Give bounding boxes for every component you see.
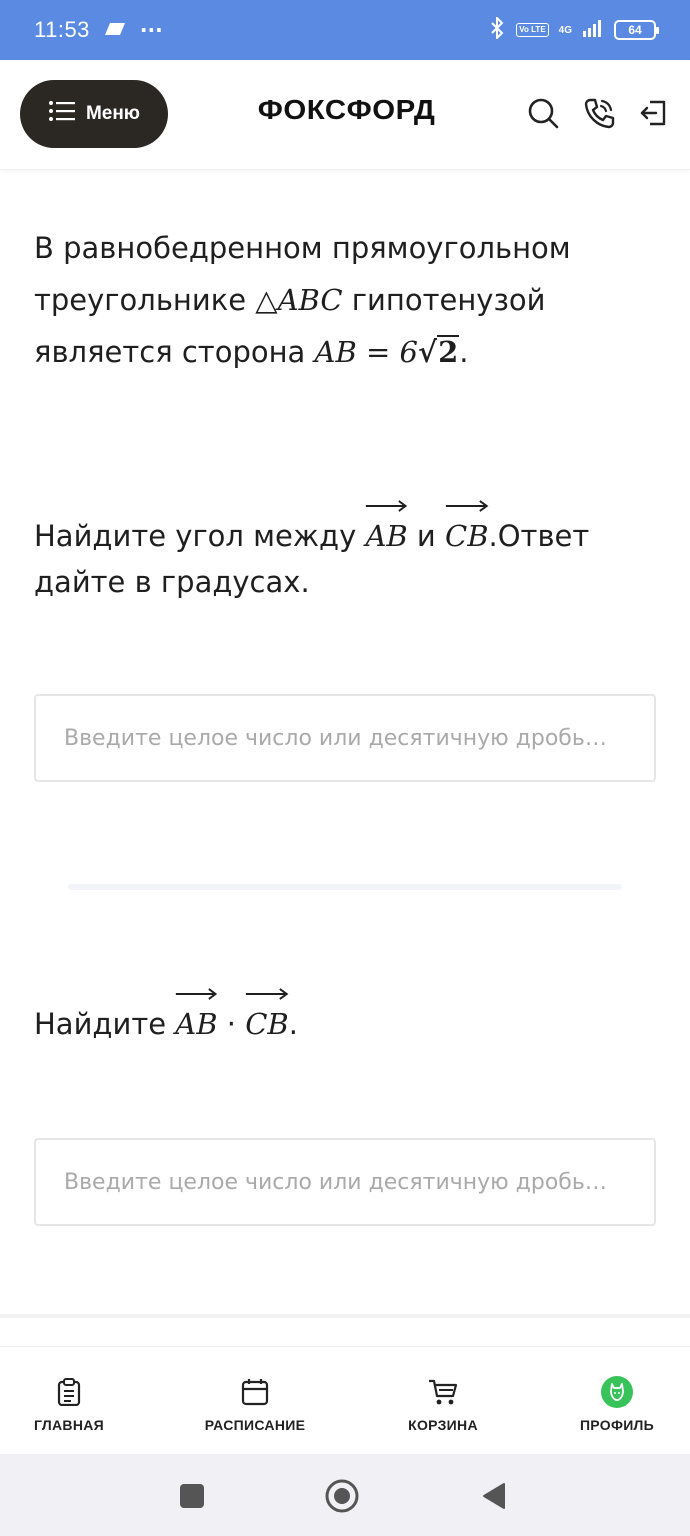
nav-label: КОРЗИНА bbox=[408, 1417, 478, 1433]
calendar-icon bbox=[241, 1377, 269, 1407]
back-button[interactable] bbox=[474, 1476, 514, 1516]
profile-avatar bbox=[601, 1376, 633, 1408]
problem-text: треугольнике bbox=[34, 283, 256, 317]
problem-text: гипотенузой bbox=[342, 283, 546, 317]
problem-line-3: является сторона AB = 6√2. bbox=[34, 326, 656, 378]
fox-avatar-icon bbox=[601, 1376, 633, 1408]
dot-operator: · bbox=[217, 1007, 246, 1041]
status-bar: 11:53 ··· Vo LTE 4G 64 bbox=[0, 0, 690, 60]
question-text: Найдите угол между bbox=[34, 519, 366, 553]
question-text: .Ответ bbox=[488, 519, 590, 553]
nav-label: ГЛАВНАЯ bbox=[33, 1417, 104, 1433]
clipboard-icon bbox=[57, 1377, 81, 1407]
nav-schedule[interactable]: РАСПИСАНИЕ bbox=[190, 1347, 320, 1455]
problem-line-2: треугольнике △ABC гипотенузой bbox=[34, 274, 656, 326]
question-text: и bbox=[407, 519, 446, 553]
status-right: Vo LTE 4G 64 bbox=[488, 15, 659, 43]
bluetooth-icon bbox=[488, 15, 506, 43]
cart-icon bbox=[428, 1377, 458, 1407]
app-header: Меню ФОКСФОРД bbox=[0, 60, 690, 170]
nav-cart[interactable]: КОРЗИНА bbox=[392, 1347, 494, 1455]
nav-profile[interactable]: ПРОФИЛЬ bbox=[570, 1347, 664, 1455]
search-icon[interactable] bbox=[526, 96, 560, 130]
logo[interactable]: ФОКСФОРД bbox=[258, 94, 436, 126]
vector-cb-label: CB bbox=[245, 1007, 289, 1041]
problem-line-1: В равнобедренном прямоугольном bbox=[34, 231, 571, 265]
answer-input-2[interactable] bbox=[34, 1138, 656, 1226]
vector-cb-label: CB bbox=[445, 519, 489, 553]
sqrt-argument: 2 bbox=[437, 335, 460, 369]
question-1-line-1: Найдите угол между AB и CB.Ответ bbox=[34, 500, 656, 562]
question-2: Найдите AB · CB. bbox=[34, 988, 656, 1050]
content-bottom-divider bbox=[0, 1314, 690, 1318]
bottom-nav: ГЛАВНАЯ РАСПИСАНИЕ КОРЗИНА ПРОФИЛЬ bbox=[0, 1346, 690, 1454]
screen: 11:53 ··· Vo LTE 4G 64 Меню ФОКСФОРД В р… bbox=[0, 0, 690, 1536]
problem-text: является сторона bbox=[34, 335, 315, 369]
volte-badge: Vo LTE bbox=[516, 23, 549, 37]
vector-ab-label: AB bbox=[365, 519, 408, 553]
triangle-abc: △ABC bbox=[255, 283, 343, 317]
list-menu-icon bbox=[48, 100, 76, 128]
status-time: 11:53 bbox=[34, 17, 90, 42]
vector-ab: AB bbox=[365, 500, 408, 562]
network-type: 4G bbox=[558, 24, 572, 36]
status-left: 11:53 ··· bbox=[34, 17, 163, 43]
menu-button[interactable]: Меню bbox=[20, 80, 168, 148]
menu-label: Меню bbox=[85, 103, 141, 124]
section-divider bbox=[68, 884, 622, 890]
question-1-line-2: дайте в градусах. bbox=[34, 565, 310, 599]
problem-text: . bbox=[459, 335, 469, 369]
system-nav-bar bbox=[0, 1454, 690, 1536]
square-icon bbox=[180, 1484, 204, 1508]
logout-icon[interactable] bbox=[636, 96, 670, 130]
recent-apps-button[interactable] bbox=[172, 1476, 212, 1516]
battery-indicator: 64 bbox=[614, 20, 659, 40]
question-1: Найдите угол между AB и CB.Ответ дайте в… bbox=[34, 500, 656, 608]
vector-ab-label: AB bbox=[175, 1007, 218, 1041]
eraser-icon bbox=[104, 21, 126, 40]
vector-cb: CB bbox=[245, 988, 289, 1050]
phone-icon[interactable] bbox=[582, 96, 616, 130]
nav-label: ПРОФИЛЬ bbox=[579, 1417, 655, 1433]
home-circle-icon bbox=[325, 1479, 359, 1513]
answer-input-1[interactable] bbox=[34, 694, 656, 782]
nav-home[interactable]: ГЛАВНАЯ bbox=[20, 1347, 118, 1455]
problem-statement: В равнобедренном прямоугольном треугольн… bbox=[34, 222, 656, 378]
ab-equation: AB = 6 bbox=[314, 335, 418, 369]
nav-label: РАСПИСАНИЕ bbox=[204, 1417, 306, 1433]
status-dots: ··· bbox=[139, 18, 163, 42]
back-triangle-icon bbox=[483, 1483, 505, 1509]
signal-icon bbox=[582, 19, 604, 41]
question-text: . bbox=[288, 1007, 298, 1041]
vector-ab: AB bbox=[175, 988, 218, 1050]
question-text: Найдите bbox=[34, 1007, 176, 1041]
sqrt-sign: √ bbox=[418, 335, 438, 369]
vector-cb: CB bbox=[445, 500, 489, 562]
home-button[interactable] bbox=[322, 1476, 362, 1516]
